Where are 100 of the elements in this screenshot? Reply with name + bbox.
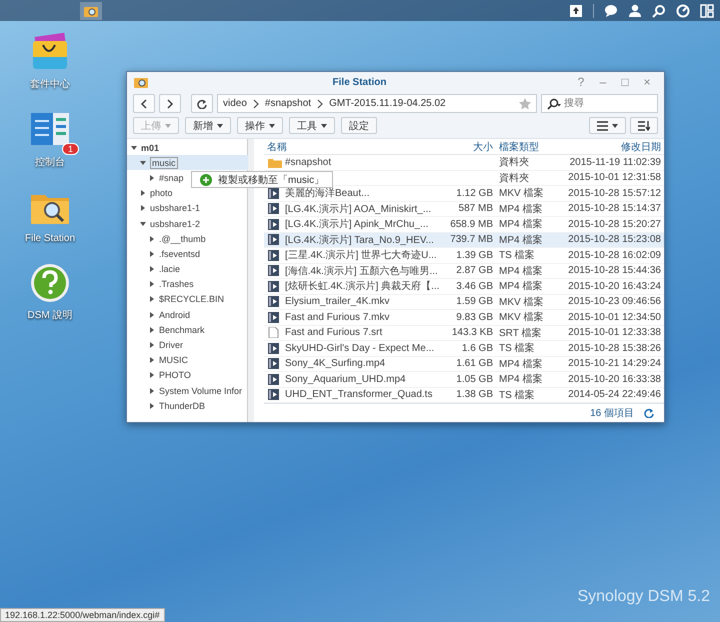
column-header[interactable]: 修改日期 bbox=[552, 140, 664, 154]
collapsed-arrow-icon[interactable] bbox=[149, 326, 155, 333]
list-view-button[interactable] bbox=[589, 117, 626, 134]
video-file-icon bbox=[268, 234, 282, 246]
modified-date: 2015-10-21 14:29:24 bbox=[567, 358, 662, 370]
widgets-icon[interactable] bbox=[700, 4, 714, 18]
file-row[interactable]: Fast and Furious 7.mkv 9.83 GB MKV 檔案 2015-10-01 12:34:50 bbox=[264, 310, 664, 326]
help-icon[interactable] bbox=[29, 262, 71, 304]
expanded-arrow-icon[interactable] bbox=[140, 160, 146, 166]
path-field[interactable]: video #snapshot GMT-2015.11.19-04.25.02 bbox=[217, 94, 537, 113]
video-file-icon bbox=[268, 312, 282, 323]
file-row[interactable]: Sony_4K_Surfing.mp4 1.61 GB MP4 檔案 2015-10-21 14:29:24 bbox=[264, 356, 664, 372]
tree-item[interactable]: usbshare1-2 bbox=[127, 216, 248, 232]
expanded-arrow-icon[interactable] bbox=[131, 144, 137, 151]
toolbar-button[interactable]: 新增 bbox=[185, 117, 231, 134]
tree-item[interactable]: photo bbox=[127, 186, 248, 201]
file-row[interactable]: [LG.4K.演示片] AOA_Miniskirt_... 587 MB MP4 檔案 2015-10-28 15:14:37 bbox=[264, 202, 664, 218]
breadcrumb[interactable]: #snapshot bbox=[264, 98, 312, 109]
collapsed-arrow-icon[interactable] bbox=[149, 281, 155, 288]
file-type: MP4 檔案 bbox=[498, 280, 544, 294]
collapsed-arrow-icon[interactable] bbox=[149, 388, 155, 394]
tree-item[interactable]: .fseventsd bbox=[127, 246, 248, 262]
caret-icon bbox=[321, 124, 327, 128]
gauge-icon[interactable] bbox=[676, 4, 690, 18]
breadcrumb[interactable]: GMT-2015.11.19-04.25.02 bbox=[329, 98, 446, 109]
user-icon[interactable] bbox=[628, 4, 642, 18]
file-name: Elysium_trailer_4K.mkv bbox=[285, 296, 390, 308]
search-box[interactable]: 搜尋 bbox=[541, 94, 658, 113]
column-header[interactable]: 大小 bbox=[442, 140, 496, 154]
collapsed-arrow-icon[interactable] bbox=[149, 296, 155, 302]
collapsed-arrow-icon[interactable] bbox=[149, 236, 155, 242]
file-size: 1.59 GB bbox=[455, 296, 494, 308]
toolbar-button[interactable]: 操作 bbox=[237, 117, 283, 134]
collapsed-arrow-icon[interactable] bbox=[149, 312, 155, 318]
file-row[interactable]: #snapshot 資料夾 2015-11-19 11:02:39 bbox=[264, 155, 664, 171]
column-header[interactable]: 檔案類型 bbox=[496, 140, 552, 154]
refresh-icon[interactable] bbox=[644, 408, 654, 418]
collapsed-arrow-icon[interactable] bbox=[140, 205, 146, 212]
collapsed-arrow-icon[interactable] bbox=[149, 357, 155, 364]
upload-icon[interactable] bbox=[569, 4, 583, 18]
collapsed-arrow-icon[interactable] bbox=[149, 402, 155, 409]
forward-button[interactable] bbox=[159, 94, 181, 113]
tree-item[interactable]: .@__thumb bbox=[127, 231, 248, 246]
file-name: SkyUHD-Girl's Day - Expect Me... bbox=[285, 342, 434, 354]
file-type: MKV 檔案 bbox=[498, 186, 544, 200]
video-file-icon bbox=[268, 203, 282, 214]
chat-icon[interactable] bbox=[604, 4, 618, 18]
collapsed-arrow-icon[interactable] bbox=[140, 190, 146, 196]
file-size: 1.05 GB bbox=[455, 374, 494, 385]
column-header[interactable]: 名稱 bbox=[264, 140, 442, 154]
tree-item[interactable]: m01 bbox=[127, 140, 248, 156]
tree-item[interactable]: Driver bbox=[127, 337, 248, 353]
search-icon[interactable] bbox=[652, 4, 666, 18]
collapsed-arrow-icon[interactable] bbox=[149, 266, 155, 272]
refresh-button[interactable] bbox=[191, 94, 213, 113]
file-row[interactable]: [炫研长虹.4K.演示片] 典裁天府【... 3.46 GB MP4 檔案 2015-10-20 16:43:24 bbox=[264, 279, 664, 295]
file-name: [海信.4k.演示片] 五顏六色与唯男... bbox=[285, 264, 438, 278]
window-title: File Station bbox=[332, 76, 388, 88]
collapsed-arrow-icon[interactable] bbox=[149, 174, 155, 181]
file-row[interactable]: SkyUHD-Girl's Day - Expect Me... 1.6 GB TS 檔案 2015-10-28 15:38:26 bbox=[264, 341, 664, 357]
search-icon bbox=[546, 98, 561, 110]
file-type: MP4 檔案 bbox=[498, 358, 544, 371]
file-name: [三星.4K.演示片] 世界七大奇迹U... bbox=[285, 248, 437, 262]
file-size: 1.39 GB bbox=[455, 250, 494, 261]
breadcrumb[interactable]: video bbox=[223, 98, 247, 109]
tree-item[interactable]: music bbox=[127, 155, 248, 170]
tree-item[interactable]: $RECYCLE.BIN bbox=[127, 292, 248, 308]
expanded-arrow-icon[interactable] bbox=[140, 220, 146, 227]
sort-button[interactable] bbox=[630, 117, 658, 134]
modified-date: 2015-10-28 15:38:26 bbox=[567, 342, 662, 354]
file-row[interactable]: UHD_ENT_Transformer_Quad.ts 1.38 GB TS 檔案 2014-05-24 22:49:46 bbox=[264, 388, 664, 404]
file-name: Sony_Aquarium_UHD.mp4 bbox=[285, 374, 406, 385]
toolbar-button[interactable]: 工具 bbox=[289, 117, 335, 134]
tree-item[interactable]: Android bbox=[127, 307, 248, 322]
tree-item[interactable]: System Volume Infor bbox=[127, 383, 248, 398]
modified-date: 2015-10-01 12:31:58 bbox=[567, 172, 662, 184]
collapsed-arrow-icon[interactable] bbox=[149, 372, 155, 378]
taskbar-app-button[interactable] bbox=[80, 2, 102, 20]
caret-icon bbox=[612, 124, 618, 128]
tree-item[interactable]: ThunderDB bbox=[127, 398, 248, 414]
file-row[interactable]: Fast and Furious 7.srt 143.3 KB SRT 檔案 2015-10-01 12:33:38 bbox=[264, 326, 664, 342]
file-row[interactable]: Sony_Aquarium_UHD.mp4 1.05 GB MP4 檔案 2015-10-20 16:33:38 bbox=[264, 372, 664, 388]
modified-date: 2015-11-19 11:02:39 bbox=[568, 156, 662, 168]
tree-item[interactable]: .lacie bbox=[127, 262, 248, 277]
collapsed-arrow-icon[interactable] bbox=[149, 250, 155, 257]
tree-item[interactable]: MUSIC bbox=[127, 352, 248, 368]
collapsed-arrow-icon[interactable] bbox=[149, 342, 155, 348]
tree-item[interactable]: .Trashes bbox=[127, 276, 248, 292]
tree-item[interactable]: PHOTO bbox=[127, 368, 248, 383]
toolbar-button[interactable]: 設定 bbox=[341, 117, 377, 134]
back-button[interactable] bbox=[133, 94, 155, 113]
file-size: 739.7 MB bbox=[449, 234, 494, 246]
file-row[interactable]: [LG.4K.演示片] Tara_No.9_HEV... 739.7 MB MP4 檔案 2015-10-28 15:23:08 bbox=[264, 232, 664, 248]
tree-item[interactable]: usbshare1-1 bbox=[127, 200, 248, 216]
file-row[interactable]: [三星.4K.演示片] 世界七大奇迹U... 1.39 GB TS 檔案 2015-10-28 16:02:09 bbox=[264, 248, 664, 264]
caret-icon bbox=[217, 124, 223, 128]
tree-item[interactable]: Benchmark bbox=[127, 322, 248, 338]
file-row[interactable]: [海信.4k.演示片] 五顏六色与唯男... 2.87 GB MP4 檔案 2015-10-28 15:44:36 bbox=[264, 264, 664, 280]
file-row[interactable]: Elysium_trailer_4K.mkv 1.59 GB MKV 檔案 2015-10-23 09:46:56 bbox=[264, 294, 664, 310]
star-icon[interactable] bbox=[519, 98, 531, 110]
